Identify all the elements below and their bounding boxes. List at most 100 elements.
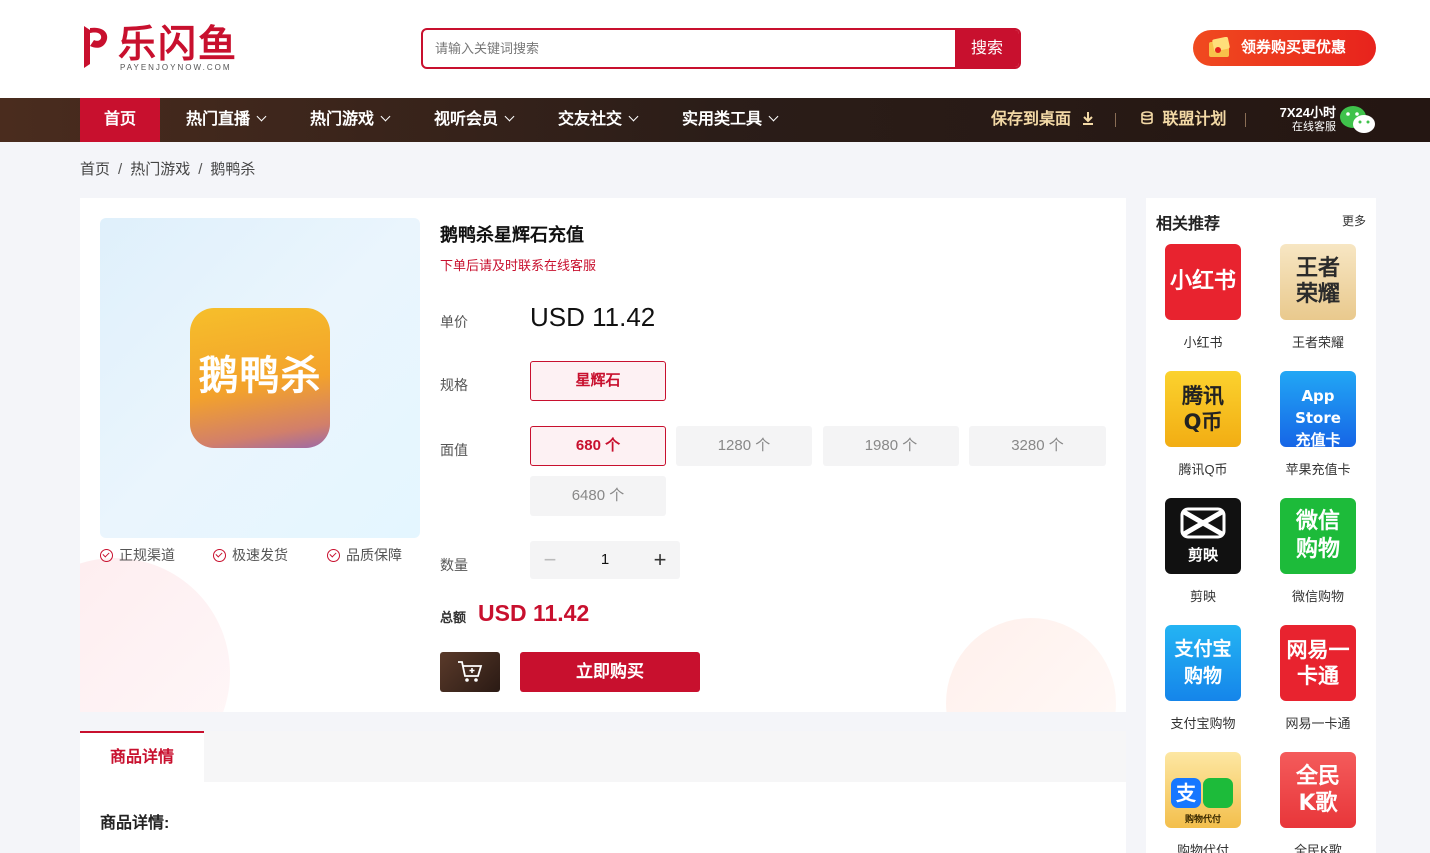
product-note: 下单后请及时联系在线客服 xyxy=(440,258,597,273)
rec-item-label: 苹果充值卡 xyxy=(1285,462,1351,477)
related-recommendations: 相关推荐 更多 小红书 小红书 王者荣耀 王者荣耀 腾讯Q币 腾讯Q币 App … xyxy=(1146,198,1376,853)
guarantee-label: 品质保障 xyxy=(346,547,402,563)
rec-item-label: 小红书 xyxy=(1183,335,1223,350)
denomination-option[interactable]: 1280 个 xyxy=(676,426,812,466)
more-link[interactable]: 更多 xyxy=(1342,212,1366,229)
app-icon-text: 鹅鸭杀 xyxy=(198,353,322,399)
rec-item-label: 腾讯Q币 xyxy=(1178,462,1228,477)
rec-item-label: 购物代付 xyxy=(1176,843,1229,853)
service-hours: 7X24小时 xyxy=(1279,105,1336,120)
rec-item-proxy-pay[interactable]: 支 购物代付 购物代付 xyxy=(1153,752,1253,853)
spec-label: 规格 xyxy=(440,377,468,393)
wechat-icon[interactable] xyxy=(1338,104,1378,136)
wechat-shopping-icon: 微信购物 xyxy=(1280,498,1356,574)
rec-item-tencent-qcoin[interactable]: 腾讯Q币 腾讯Q币 xyxy=(1153,371,1253,491)
rec-icon-text: 王者荣耀 xyxy=(1295,256,1340,307)
quantity-increase-button[interactable]: + xyxy=(640,541,680,579)
rec-item-capcut[interactable]: 剪映 剪映 xyxy=(1153,498,1253,618)
main-nav: 首页 热门直播 热门游戏 视听会员 交友社交 实用类工具 保存到桌面 联盟计划 … xyxy=(0,98,1430,142)
nav-item-home[interactable]: 首页 xyxy=(80,98,160,142)
rec-item-netease-card[interactable]: 网易一卡通 网易一卡通 xyxy=(1268,625,1368,745)
tab-product-details[interactable]: 商品详情 xyxy=(80,731,204,782)
denomination-option[interactable]: 1980 个 xyxy=(823,426,959,466)
nav-divider xyxy=(1115,113,1116,127)
rec-icon-text: 剪映 xyxy=(1187,546,1218,564)
total-price: USD 11.42 xyxy=(478,600,590,626)
coupon-button[interactable]: 领券购买更优惠 xyxy=(1193,30,1376,66)
product-card: 鹅鸭杀 正规渠道 极速发货 品质保障 鹅鸭杀星辉石充值 下单后请及时联系在线客服… xyxy=(80,198,1126,712)
honor-of-kings-icon: 王者荣耀 xyxy=(1280,244,1356,320)
denomination-option[interactable]: 680 个 xyxy=(530,426,666,466)
breadcrumb-home[interactable]: 首页 xyxy=(80,161,110,178)
breadcrumb-separator: / xyxy=(118,161,123,178)
nav-item-hot-live[interactable]: 热门直播 xyxy=(186,98,267,142)
sidebar-title: 相关推荐 xyxy=(1156,216,1221,233)
alipay-badge-icon: 支 xyxy=(1171,778,1201,808)
denomination-option[interactable]: 6480 个 xyxy=(530,476,666,516)
chevron-down-icon xyxy=(380,111,391,122)
rec-item-label: 支付宝购物 xyxy=(1170,716,1236,731)
chevron-down-icon xyxy=(504,111,515,122)
rec-item-label: 王者荣耀 xyxy=(1291,335,1344,350)
rec-icon-text: App Store 充值卡 xyxy=(1295,387,1341,447)
rec-item-national-karaoke[interactable]: 全民K歌 全民K歌 xyxy=(1268,752,1368,853)
rec-item-label: 微信购物 xyxy=(1291,589,1344,604)
wechat-badge-icon xyxy=(1203,778,1233,808)
tencent-qcoin-icon: 腾讯Q币 xyxy=(1165,371,1241,447)
site-logo[interactable]: 乐闪鱼 PAYENJOYNOW.COM xyxy=(80,22,255,74)
national-karaoke-icon: 全民K歌 xyxy=(1280,752,1356,828)
alliance-plan-link[interactable]: 联盟计划 xyxy=(1140,98,1226,142)
guarantee-item: 品质保障 xyxy=(327,546,402,564)
search-bar: 搜索 xyxy=(421,28,1021,69)
breadcrumb: 首页 / 热门游戏 / 鹅鸭杀 xyxy=(80,160,255,180)
breadcrumb-category[interactable]: 热门游戏 xyxy=(130,161,190,178)
search-input[interactable] xyxy=(423,30,957,67)
buy-now-button[interactable]: 立即购买 xyxy=(520,652,700,692)
nav-label: 视听会员 xyxy=(434,111,499,128)
chevron-down-icon xyxy=(628,111,639,122)
nav-item-av-membership[interactable]: 视听会员 xyxy=(434,98,515,142)
rec-icon-text: 支付宝购物 xyxy=(1174,638,1232,687)
logo-text: 乐闪鱼 xyxy=(118,22,239,66)
alipay-shopping-icon: 支付宝购物 xyxy=(1165,625,1241,701)
nav-item-tools[interactable]: 实用类工具 xyxy=(682,98,779,142)
rec-item-alipay-shopping[interactable]: 支付宝购物 支付宝购物 xyxy=(1153,625,1253,745)
capcut-icon: 剪映 xyxy=(1165,498,1241,574)
nav-divider xyxy=(1245,113,1246,127)
detail-tabs: 商品详情 xyxy=(80,731,1126,782)
service-label: 在线客服 xyxy=(1292,121,1336,133)
rec-item-honor-of-kings[interactable]: 王者荣耀 王者荣耀 xyxy=(1268,244,1368,364)
guarantee-item: 极速发货 xyxy=(213,546,288,564)
denomination-option[interactable]: 3280 个 xyxy=(969,426,1106,466)
add-to-cart-button[interactable] xyxy=(440,652,500,692)
spec-option[interactable]: 星辉石 xyxy=(530,361,666,401)
guarantee-label: 正规渠道 xyxy=(119,547,175,563)
nav-label: 交友社交 xyxy=(558,111,623,128)
coupon-icon xyxy=(1209,37,1230,57)
coupon-label: 领券购买更优惠 xyxy=(1241,39,1347,56)
rec-icon-text: 微信购物 xyxy=(1295,509,1340,562)
quantity-decrease-button[interactable]: − xyxy=(530,541,570,579)
guarantee-label: 极速发货 xyxy=(232,547,288,563)
alliance-plan-label: 联盟计划 xyxy=(1162,111,1227,128)
rec-item-xiaohongshu[interactable]: 小红书 小红书 xyxy=(1153,244,1253,364)
save-to-desktop-link[interactable]: 保存到桌面 xyxy=(991,98,1095,142)
quantity-value[interactable]: 1 xyxy=(570,541,640,579)
nav-item-hot-games[interactable]: 热门游戏 xyxy=(310,98,391,142)
rec-icon-text: 购物代付 xyxy=(1184,815,1221,825)
rec-item-label: 网易一卡通 xyxy=(1285,716,1351,731)
search-button[interactable]: 搜索 xyxy=(955,30,1019,67)
cart-plus-icon xyxy=(458,661,483,682)
customer-service[interactable]: 7X24小时 在线客服 xyxy=(1266,105,1336,134)
product-title: 鹅鸭杀星辉石充值 xyxy=(440,225,584,245)
rec-item-apple-card[interactable]: App Store 充值卡 苹果充值卡 xyxy=(1268,371,1368,491)
chevron-down-icon xyxy=(256,111,267,122)
save-to-desktop-label: 保存到桌面 xyxy=(991,111,1072,128)
nav-item-social[interactable]: 交友社交 xyxy=(558,98,639,142)
logo-fish-icon xyxy=(84,26,108,68)
rec-icon-text: 小红书 xyxy=(1169,269,1236,294)
rec-icon-text: 全民K歌 xyxy=(1295,764,1340,816)
price-label: 单价 xyxy=(440,314,468,330)
rec-item-wechat-shopping[interactable]: 微信购物 微信购物 xyxy=(1268,498,1368,618)
check-circle-icon xyxy=(327,549,340,562)
